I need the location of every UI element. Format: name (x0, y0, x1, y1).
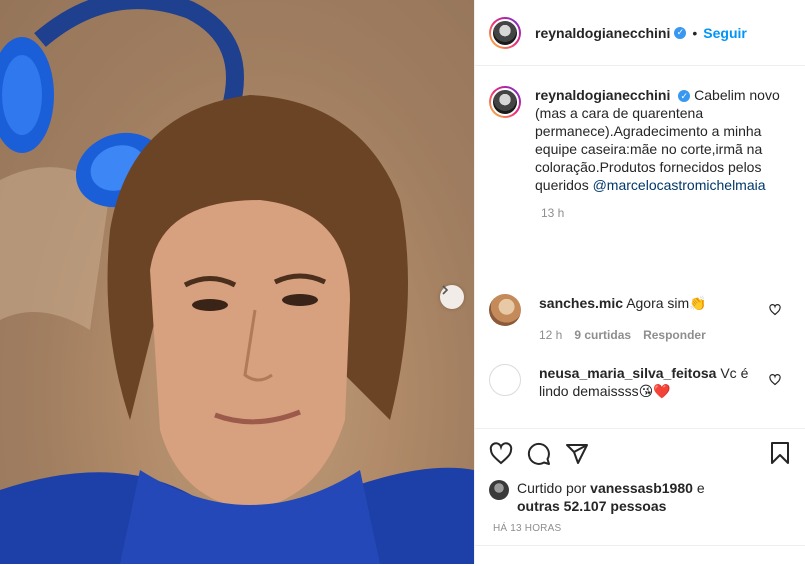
comment-button[interactable] (527, 442, 551, 466)
comment-body: sanches.mic Agora sim👏 12 h 9 curtidas R… (539, 294, 759, 344)
verified-badge-icon: ✓ (678, 90, 691, 103)
comment-likes-link[interactable]: 9 curtidas (574, 326, 631, 344)
comment-username[interactable]: neusa_maria_silva_feitosa (539, 365, 716, 381)
likes-and: e (696, 480, 705, 496)
chevron-right-icon (442, 285, 449, 295)
like-button[interactable] (489, 442, 513, 466)
author-username[interactable]: reynaldogianecchini (535, 25, 670, 41)
post-side-panel: reynaldogianecchini ✓ • Seguir reynaldog… (474, 0, 805, 564)
action-icons-row (475, 429, 805, 479)
comment-meta: 12 h 9 curtidas Responder (539, 326, 759, 344)
comment-emoji: 😘❤️ (638, 383, 671, 399)
next-image-button[interactable] (440, 285, 464, 309)
post-actions: Curtido por vanessasb1980 e outras 52.10… (475, 428, 805, 534)
heart-icon (489, 442, 513, 465)
commenter-avatar[interactable] (489, 364, 521, 396)
author-avatar[interactable] (489, 16, 521, 49)
comment-item: sanches.mic Agora sim👏 12 h 9 curtidas R… (475, 294, 805, 344)
post-header: reynaldogianecchini ✓ • Seguir (475, 0, 805, 66)
comment-like-heart-icon[interactable] (769, 374, 781, 386)
likes-text: Curtido por vanessasb1980 e outras 52.10… (517, 479, 705, 515)
likes-prefix: Curtido por (517, 480, 587, 496)
post-caption: reynaldogianecchini ✓ Cabelim novo (mas … (475, 66, 805, 194)
post-timestamp: HÁ 13 HORAS (493, 523, 562, 534)
comment-item: neusa_maria_silva_feitosa Vc é lindo dem… (475, 364, 805, 400)
liker-username[interactable]: vanessasb1980 (590, 480, 693, 496)
comment-like-heart-icon[interactable] (769, 304, 781, 316)
share-button[interactable] (565, 442, 589, 466)
comment-reply-button[interactable]: Responder (643, 326, 706, 344)
separator-dot: • (692, 24, 698, 41)
caption-mention-link[interactable]: @marcelocastromichelmaia (593, 177, 766, 193)
comment-icon (527, 442, 550, 465)
commenter-avatar[interactable] (489, 294, 521, 326)
likes-others-link[interactable]: outras 52.107 pessoas (517, 498, 666, 514)
share-icon (566, 444, 588, 464)
caption-avatar[interactable] (489, 86, 521, 118)
caption-username[interactable]: reynaldogianecchini (535, 87, 670, 103)
comment-username[interactable]: sanches.mic (539, 295, 623, 311)
save-button[interactable] (768, 441, 792, 468)
comment-body: neusa_maria_silva_feitosa Vc é lindo dem… (539, 364, 759, 400)
caption-timestamp: 13 h (541, 206, 565, 220)
post-image[interactable] (0, 0, 474, 564)
comment-text: Agora sim (626, 295, 690, 311)
verified-badge-icon: ✓ (674, 26, 687, 39)
bookmark-icon (771, 442, 789, 464)
follow-button[interactable]: Seguir (703, 25, 747, 41)
add-comment-area[interactable] (475, 545, 805, 566)
comment-emoji: 👏 (689, 295, 707, 311)
likes-summary: Curtido por vanessasb1980 e outras 52.10… (475, 479, 805, 515)
caption-body: reynaldogianecchini ✓ Cabelim novo (mas … (535, 86, 780, 194)
selfie-illustration (0, 0, 474, 564)
comment-time: 12 h (539, 328, 563, 342)
liker-avatar[interactable] (489, 480, 509, 500)
